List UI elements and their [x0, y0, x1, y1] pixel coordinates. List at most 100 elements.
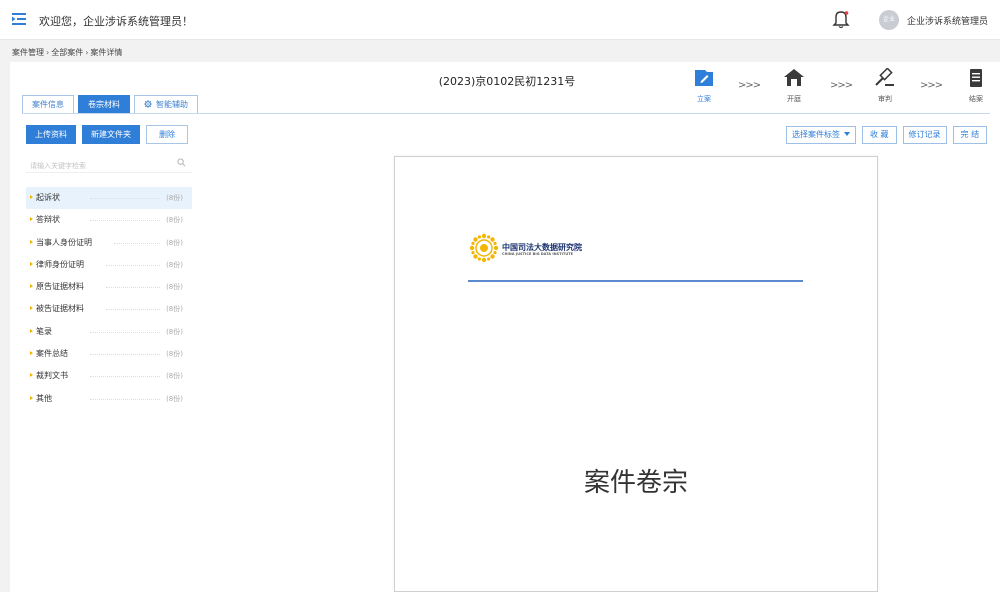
folder-marker-icon — [30, 306, 33, 311]
folder-label: 被告证据材料 — [36, 304, 84, 314]
folder-label: 笔录 — [36, 326, 52, 336]
document-icon — [970, 69, 982, 87]
folder-toolbar: 上传资料 新建文件夹 删除 — [26, 125, 188, 144]
breadcrumb-item-current: 案件详情 — [90, 48, 123, 57]
folder-count: (8份) — [166, 260, 183, 269]
step-label: 审判 — [878, 95, 892, 103]
leader-dots — [90, 198, 160, 199]
folder-label: 裁判文书 — [36, 371, 68, 381]
folder-marker-icon — [30, 395, 33, 400]
notification-bell-icon[interactable] — [832, 9, 850, 29]
step-trial[interactable]: 审判 — [871, 67, 899, 104]
welcome-text: 欢迎您，企业涉诉系统管理员！ — [39, 15, 193, 28]
tab-smart-assist[interactable]: 智能辅助 — [134, 95, 198, 114]
delete-button[interactable]: 删除 — [146, 125, 188, 144]
folder-count: (8份) — [166, 216, 183, 225]
step-close-case[interactable]: 结案 — [962, 68, 990, 104]
select-case-tag-dropdown[interactable]: 选择案件标签 — [786, 126, 856, 144]
search-input[interactable] — [26, 157, 176, 175]
tab-label: 卷宗材料 — [88, 100, 120, 109]
folder-search — [26, 153, 192, 175]
folder-item[interactable]: 案件总结 (8份) — [26, 343, 192, 365]
folder-marker-icon — [30, 261, 33, 266]
tab-label: 案件信息 — [32, 100, 64, 109]
folder-count: (8份) — [166, 283, 183, 292]
user-avatar[interactable]: 企业 — [879, 10, 899, 30]
folder-count: (8份) — [166, 238, 183, 247]
tab-case-materials[interactable]: 卷宗材料 — [78, 95, 130, 114]
folder-label: 律师身份证明 — [36, 259, 84, 269]
chevron-down-icon — [844, 132, 850, 136]
folder-label: 原告证据材料 — [36, 282, 84, 292]
folder-label: 当事人身份证明 — [36, 237, 92, 247]
top-bar: 欢迎您，企业涉诉系统管理员！ 企业 企业涉诉系统管理员 — [0, 0, 1000, 40]
revision-history-button[interactable]: 修订记录 — [902, 126, 947, 144]
breadcrumb-separator-icon: › — [46, 48, 50, 57]
tab-case-info[interactable]: 案件信息 — [22, 95, 74, 114]
folder-item[interactable]: 被告证据材料 (8份) — [26, 298, 192, 320]
breadcrumb-item[interactable]: 全部案件 — [51, 47, 83, 58]
folder-count: (8份) — [166, 394, 183, 403]
folder-item[interactable]: 笔录 (8份) — [26, 321, 192, 343]
gear-icon — [144, 100, 152, 108]
tab-bar: 案件信息 卷宗材料 智能辅助 — [22, 95, 198, 114]
tab-label: 智能辅助 — [156, 100, 188, 109]
folder-label: 其他 — [36, 393, 52, 403]
document-divider — [468, 280, 803, 282]
step-label: 开庭 — [787, 95, 801, 103]
folder-count: (8份) — [166, 327, 183, 336]
new-folder-button[interactable]: 新建文件夹 — [82, 125, 140, 144]
username[interactable]: 企业涉诉系统管理员 — [907, 14, 988, 27]
folder-marker-icon — [30, 195, 33, 199]
folder-count: (8份) — [166, 350, 183, 359]
court-icon — [784, 69, 804, 86]
leader-dots — [90, 354, 160, 356]
leader-dots — [90, 331, 160, 333]
folder-item[interactable]: 原告证据材料 (8份) — [26, 276, 192, 298]
folder-label: 答辩状 — [36, 215, 60, 225]
folder-item[interactable]: 起诉状 (8份) — [26, 187, 192, 210]
document-title: 案件卷宗 — [583, 468, 688, 498]
dropdown-label: 选择案件标签 — [792, 130, 840, 139]
folder-item[interactable]: 答辩状 (8份) — [26, 209, 192, 231]
leader-dots — [90, 398, 160, 400]
breadcrumb: 案件管理 › 全部案件 › 案件详情 — [12, 47, 122, 58]
folder-item[interactable]: 当事人身份证明 (8份) — [26, 232, 192, 254]
upload-button[interactable]: 上传资料 — [26, 125, 76, 144]
search-icon[interactable] — [177, 158, 186, 167]
leader-dots — [90, 376, 160, 378]
folder-item[interactable]: 其他 (8份) — [26, 388, 192, 410]
document-preview[interactable]: 中国司法大数据研究院 CHINA JUSTICE BIG DATA INSTIT… — [394, 156, 878, 592]
step-label: 结案 — [969, 95, 983, 103]
institute-name-en: CHINA JUSTICE BIG DATA INSTITUTE — [502, 252, 574, 256]
finish-button[interactable]: 完 结 — [952, 126, 988, 144]
breadcrumb-item[interactable]: 案件管理 — [12, 47, 44, 58]
favorite-button[interactable]: 收 藏 — [862, 126, 897, 144]
step-arrow-icon: >>> — [738, 80, 761, 91]
folder-marker-icon — [30, 328, 33, 333]
institute-logo-icon — [469, 233, 499, 263]
leader-dots — [90, 220, 160, 222]
folder-marker-icon — [30, 373, 33, 378]
tab-underline — [22, 113, 990, 114]
step-arrow-icon: >>> — [920, 80, 943, 91]
gavel-icon — [875, 67, 894, 86]
folder-item[interactable]: 律师身份证明 (8份) — [26, 254, 192, 276]
folder-item[interactable]: 裁判文书 (8份) — [26, 365, 192, 387]
folder-marker-icon — [30, 239, 33, 244]
leader-dots — [106, 309, 160, 311]
breadcrumb-separator-icon: › — [85, 48, 89, 57]
leader-dots — [106, 264, 160, 266]
folder-marker-icon — [30, 217, 33, 222]
folder-marker-icon — [30, 351, 33, 356]
folder-label: 起诉状 — [36, 193, 60, 202]
folder-marker-icon — [30, 284, 33, 289]
folder-count: (8份) — [166, 372, 183, 381]
menu-toggle-icon[interactable] — [12, 13, 26, 25]
folder-count: (8份) — [166, 194, 183, 202]
step-hearing[interactable]: 开庭 — [780, 68, 808, 104]
folder-tree: 起诉状 (8份) 答辩状 (8份) 当事人身份证明 (8份) 律师身份证明 (8份) 原… — [26, 187, 192, 410]
step-filing[interactable]: 立案 — [690, 68, 718, 104]
edit-icon — [695, 70, 713, 86]
folder-count: (8份) — [166, 305, 183, 314]
